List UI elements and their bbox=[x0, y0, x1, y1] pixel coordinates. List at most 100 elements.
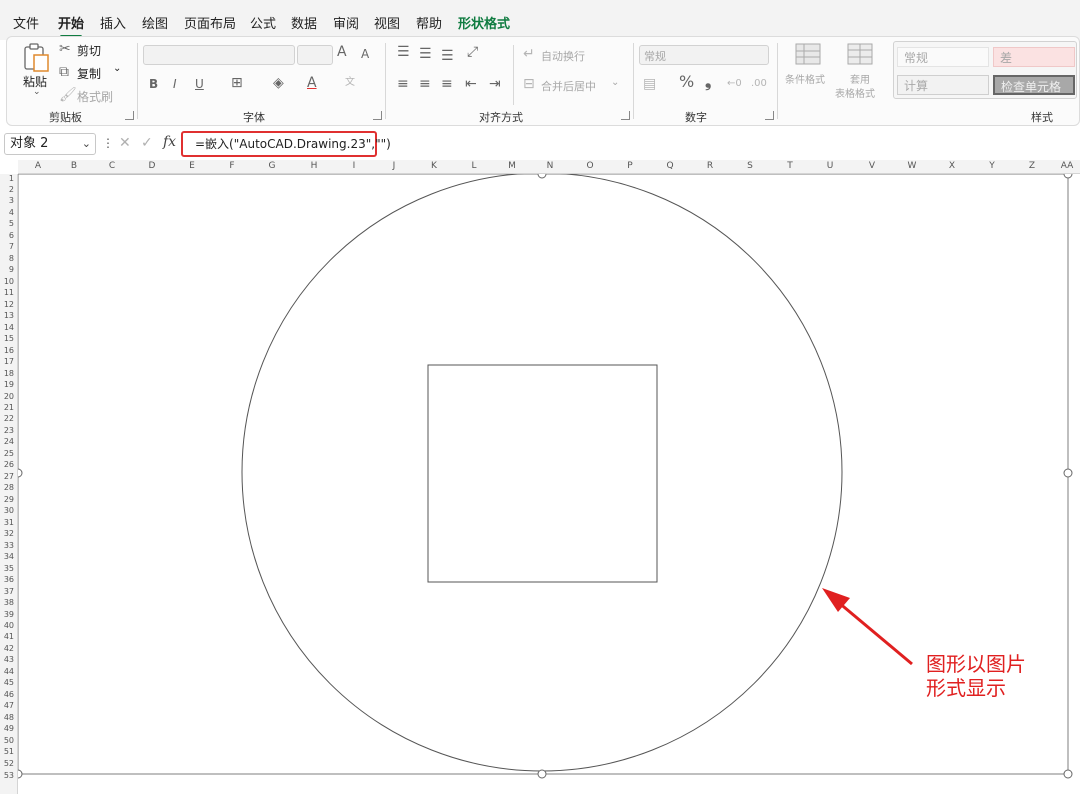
tab-data[interactable]: 数据 bbox=[291, 13, 317, 32]
column-header-cell[interactable]: M bbox=[492, 161, 532, 171]
merge-dropdown-icon[interactable]: ⌄ bbox=[611, 77, 619, 88]
italic-button[interactable]: I bbox=[173, 77, 177, 91]
column-header-cell[interactable]: E bbox=[172, 161, 212, 171]
column-header-cell[interactable]: K bbox=[414, 161, 454, 171]
row-header-cell[interactable]: 13 bbox=[0, 311, 14, 320]
row-header-cell[interactable]: 52 bbox=[0, 759, 14, 768]
row-header-cell[interactable]: 17 bbox=[0, 357, 14, 366]
paste-icon[interactable] bbox=[23, 43, 51, 73]
resize-handle[interactable] bbox=[1063, 468, 1073, 478]
tab-insert[interactable]: 插入 bbox=[100, 13, 126, 32]
row-header-cell[interactable]: 9 bbox=[0, 265, 14, 274]
row-header-cell[interactable]: 16 bbox=[0, 346, 14, 355]
align-center-icon[interactable]: ≡ bbox=[419, 77, 431, 91]
alignment-launcher-icon[interactable] bbox=[621, 111, 630, 120]
align-bottom-icon[interactable]: ☰ bbox=[441, 49, 454, 63]
column-header-cell[interactable]: B bbox=[54, 161, 94, 171]
row-header-cell[interactable]: 6 bbox=[0, 231, 14, 240]
row-header-cell[interactable]: 4 bbox=[0, 208, 14, 217]
row-header-cell[interactable]: 46 bbox=[0, 690, 14, 699]
resize-handle[interactable] bbox=[537, 174, 547, 179]
font-color-icon[interactable]: A bbox=[307, 76, 317, 90]
table-format-label-1[interactable]: 套用 bbox=[850, 71, 870, 86]
resize-handle[interactable] bbox=[1063, 769, 1073, 779]
row-header-cell[interactable]: 22 bbox=[0, 414, 14, 423]
row-header-cell[interactable]: 36 bbox=[0, 575, 14, 584]
column-header-cell[interactable]: Z bbox=[1012, 161, 1052, 171]
tab-help[interactable]: 帮助 bbox=[416, 13, 442, 32]
cut-button[interactable]: 剪切 bbox=[77, 42, 101, 59]
decrease-decimal-icon[interactable]: .00 bbox=[751, 77, 767, 91]
row-header-cell[interactable]: 25 bbox=[0, 449, 14, 458]
column-header-cell[interactable]: O bbox=[570, 161, 610, 171]
tab-file[interactable]: 文件 bbox=[13, 13, 39, 32]
column-header-cell[interactable]: W bbox=[892, 161, 932, 171]
more-options-icon[interactable]: ⋮ bbox=[102, 136, 114, 150]
worksheet-grid[interactable] bbox=[18, 174, 1080, 794]
align-middle-icon[interactable]: ☰ bbox=[419, 47, 432, 61]
row-header-cell[interactable]: 10 bbox=[0, 277, 14, 286]
resize-handle[interactable] bbox=[18, 468, 23, 478]
row-header-cell[interactable]: 27 bbox=[0, 472, 14, 481]
row-header-cell[interactable]: 42 bbox=[0, 644, 14, 653]
column-header-cell[interactable]: R bbox=[690, 161, 730, 171]
style-check-cell[interactable]: 检查单元格 bbox=[993, 75, 1075, 95]
tab-review[interactable]: 审阅 bbox=[333, 13, 359, 32]
row-header-cell[interactable]: 1 bbox=[0, 174, 14, 183]
column-header-cell[interactable]: Q bbox=[650, 161, 690, 171]
row-header-cell[interactable]: 39 bbox=[0, 610, 14, 619]
row-header-cell[interactable]: 5 bbox=[0, 219, 14, 228]
column-header-cell[interactable]: N bbox=[530, 161, 570, 171]
column-header-cell[interactable]: Y bbox=[972, 161, 1012, 171]
column-header-cell[interactable]: C bbox=[92, 161, 132, 171]
row-header-cell[interactable]: 3 bbox=[0, 196, 14, 205]
percent-button[interactable]: % bbox=[679, 74, 694, 90]
row-header-cell[interactable]: 47 bbox=[0, 701, 14, 710]
style-bad[interactable]: 差 bbox=[993, 47, 1075, 67]
column-header-cell[interactable]: H bbox=[294, 161, 334, 171]
row-header-cell[interactable]: 33 bbox=[0, 541, 14, 550]
tab-home[interactable]: 开始 bbox=[58, 13, 84, 38]
border-icon[interactable]: ⊞ bbox=[231, 76, 243, 90]
tab-shape-format[interactable]: 形状格式 bbox=[458, 13, 510, 32]
row-header-cell[interactable]: 29 bbox=[0, 495, 14, 504]
row-header-cell[interactable]: 31 bbox=[0, 518, 14, 527]
font-name-select[interactable] bbox=[143, 45, 295, 65]
indent-decrease-icon[interactable]: ⇤ bbox=[465, 77, 477, 91]
confirm-icon[interactable]: ✓ bbox=[141, 135, 153, 151]
resize-handle[interactable] bbox=[1063, 174, 1073, 179]
conditional-format-button[interactable]: 条件格式 bbox=[785, 71, 825, 86]
bold-button[interactable]: B bbox=[149, 77, 158, 91]
conditional-format-icon[interactable] bbox=[795, 43, 821, 65]
row-header-cell[interactable]: 50 bbox=[0, 736, 14, 745]
row-header-cell[interactable]: 12 bbox=[0, 300, 14, 309]
align-right-icon[interactable]: ≡ bbox=[441, 77, 453, 91]
tab-draw[interactable]: 绘图 bbox=[142, 13, 168, 32]
row-header-cell[interactable]: 30 bbox=[0, 506, 14, 515]
currency-icon[interactable]: ▤ bbox=[643, 77, 656, 91]
tab-formulas[interactable]: 公式 bbox=[250, 13, 276, 32]
row-header-cell[interactable]: 43 bbox=[0, 655, 14, 664]
row-header-cell[interactable]: 15 bbox=[0, 334, 14, 343]
comma-button[interactable]: ❟ bbox=[705, 74, 711, 90]
row-header-cell[interactable]: 49 bbox=[0, 724, 14, 733]
column-header-cell[interactable]: D bbox=[132, 161, 172, 171]
row-header-cell[interactable]: 11 bbox=[0, 288, 14, 297]
indent-increase-icon[interactable]: ⇥ bbox=[489, 77, 501, 91]
font-shrink-icon[interactable]: A bbox=[361, 47, 369, 61]
phonetic-icon[interactable]: 文 bbox=[345, 76, 355, 90]
number-format-select[interactable]: 常规 bbox=[639, 45, 769, 65]
column-header-cell[interactable]: X bbox=[932, 161, 972, 171]
formula-input[interactable]: =嵌入("AutoCAD.Drawing.23","") bbox=[181, 131, 391, 157]
row-header-cell[interactable]: 26 bbox=[0, 460, 14, 469]
table-format-icon[interactable] bbox=[847, 43, 873, 65]
chevron-down-icon[interactable]: ⌄ bbox=[82, 134, 91, 154]
resize-handle[interactable] bbox=[537, 769, 547, 779]
insert-function-button[interactable]: fx bbox=[163, 134, 176, 150]
align-left-icon[interactable]: ≡ bbox=[397, 77, 409, 91]
merge-center-button[interactable]: 合并后居中 bbox=[541, 78, 596, 94]
row-header-cell[interactable]: 37 bbox=[0, 587, 14, 596]
tab-view[interactable]: 视图 bbox=[374, 13, 400, 32]
row-header-cell[interactable]: 53 bbox=[0, 771, 14, 780]
resize-handle[interactable] bbox=[18, 769, 23, 779]
